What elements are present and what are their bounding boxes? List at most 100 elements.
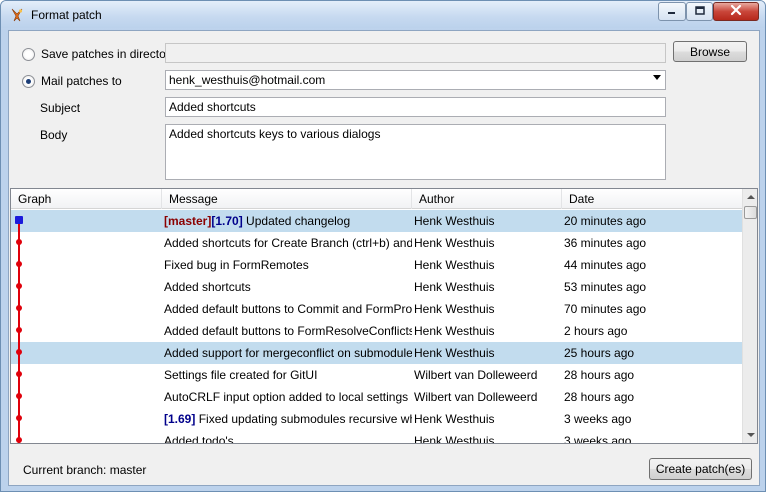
save-radio-row[interactable]: Save patches in directory — [22, 47, 176, 61]
close-icon — [730, 4, 742, 19]
mail-to-combo[interactable]: henk_westhuis@hotmail.com — [165, 70, 666, 90]
maximize-icon — [694, 5, 705, 19]
mail-patches-radio[interactable] — [22, 74, 35, 88]
date-cell: 20 minutes ago — [564, 214, 647, 228]
author-cell: Henk Westhuis — [414, 214, 495, 228]
commit-node — [16, 371, 22, 377]
message-cell: Added shortcuts for Create Branch (ctrl+… — [164, 236, 412, 250]
grid-rows: [master][1.70] Updated changelog Henk We… — [11, 210, 742, 444]
date-cell: 2 hours ago — [564, 324, 628, 338]
date-cell: 53 minutes ago — [564, 280, 647, 294]
grid-header: Graph Message Author Date — [11, 189, 742, 209]
graph-cell — [11, 254, 162, 276]
arrow-up-icon — [747, 195, 755, 199]
chevron-down-icon[interactable] — [653, 75, 661, 80]
author-cell: Henk Westhuis — [414, 302, 495, 316]
date-cell: 28 hours ago — [564, 368, 635, 382]
commit-node — [16, 393, 22, 399]
graph-cell — [11, 232, 162, 254]
table-row[interactable]: Settings file created for GitUI Wilbert … — [11, 364, 742, 386]
table-row[interactable]: Added default buttons to FormResolveConf… — [11, 320, 742, 342]
minimize-button[interactable] — [658, 2, 686, 21]
date-cell: 36 minutes ago — [564, 236, 647, 250]
graph-cell — [11, 364, 162, 386]
message-cell: Added shortcuts — [164, 280, 251, 294]
scroll-thumb[interactable] — [744, 206, 757, 219]
graph-cell — [11, 342, 162, 364]
commit-node — [16, 283, 22, 289]
column-header-message[interactable]: Message — [162, 189, 412, 209]
table-row[interactable]: Added support for mergeconflict on submo… — [11, 342, 742, 364]
scroll-down-button[interactable] — [743, 427, 757, 443]
message-cell: Added todo's — [164, 434, 234, 444]
create-patches-button[interactable]: Create patch(es) — [649, 458, 752, 480]
commit-node — [16, 327, 22, 333]
subject-field[interactable]: Added shortcuts — [165, 97, 666, 117]
commit-node — [16, 239, 22, 245]
branch-tag: [master] — [164, 214, 212, 228]
date-cell: 70 minutes ago — [564, 302, 647, 316]
git-extensions-icon — [9, 7, 25, 23]
column-header-author[interactable]: Author — [412, 189, 562, 209]
table-row[interactable]: Added todo's Henk Westhuis 3 weeks ago — [11, 430, 742, 444]
table-row[interactable]: Added shortcuts for Create Branch (ctrl+… — [11, 232, 742, 254]
format-patch-window: Format patch Save patches in directory B… — [0, 0, 766, 492]
author-cell: Henk Westhuis — [414, 236, 495, 250]
message-cell: [master][1.70] Updated changelog — [162, 210, 412, 232]
message-cell: [1.69] Fixed updating submodules recursi… — [162, 408, 412, 430]
mail-to-value: henk_westhuis@hotmail.com — [169, 73, 326, 87]
date-cell: 25 hours ago — [564, 346, 635, 360]
table-row[interactable]: AutoCRLF input option added to local set… — [11, 386, 742, 408]
graph-cell — [11, 386, 162, 408]
save-patches-label[interactable]: Save patches in directory — [41, 47, 176, 61]
revision-grid[interactable]: Graph Message Author Date [master][1.70]… — [10, 188, 758, 444]
minimize-icon — [667, 5, 677, 19]
maximize-button[interactable] — [686, 2, 713, 21]
head-commit-node — [15, 216, 23, 224]
graph-cell — [11, 320, 162, 342]
graph-cell — [11, 408, 162, 430]
table-row[interactable]: [master][1.70] Updated changelog Henk We… — [11, 210, 742, 232]
message-cell: Added support for mergeconflict on submo… — [164, 346, 412, 360]
commit-node — [16, 349, 22, 355]
vertical-scrollbar[interactable] — [742, 189, 757, 443]
table-row[interactable]: [1.69] Fixed updating submodules recursi… — [11, 408, 742, 430]
graph-cell — [11, 276, 162, 298]
body-field[interactable]: Added shortcuts keys to various dialogs — [165, 124, 666, 180]
message-cell: Settings file created for GitUI — [164, 368, 318, 382]
graph-cell — [11, 430, 162, 443]
column-header-date[interactable]: Date — [562, 189, 742, 209]
author-cell: Henk Westhuis — [414, 324, 495, 338]
author-cell: Henk Westhuis — [414, 434, 495, 444]
graph-cell — [11, 210, 162, 232]
message-cell: Added default buttons to Commit and Form… — [164, 302, 412, 316]
browse-button[interactable]: Browse — [673, 41, 747, 62]
version-tag: [1.70] — [211, 214, 243, 228]
directory-field[interactable] — [165, 43, 666, 63]
save-patches-radio[interactable] — [22, 47, 35, 61]
arrow-down-icon — [747, 433, 755, 437]
table-row[interactable]: Fixed bug in FormRemotes Henk Westhuis 4… — [11, 254, 742, 276]
commit-node — [16, 437, 22, 443]
dialog-client: Save patches in directory Browse Mail pa… — [8, 30, 760, 486]
mail-radio-row[interactable]: Mail patches to — [22, 74, 122, 88]
author-cell: Henk Westhuis — [414, 258, 495, 272]
subject-label: Subject — [40, 101, 81, 115]
title-bar[interactable]: Format patch — [1, 1, 765, 28]
window-title: Format patch — [31, 8, 102, 22]
table-row[interactable]: Added default buttons to Commit and Form… — [11, 298, 742, 320]
author-cell: Henk Westhuis — [414, 280, 495, 294]
table-row[interactable]: Added shortcuts Henk Westhuis 53 minutes… — [11, 276, 742, 298]
mail-patches-label[interactable]: Mail patches to — [41, 74, 122, 88]
scroll-up-button[interactable] — [743, 189, 757, 205]
author-cell: Henk Westhuis — [414, 412, 495, 426]
message-cell: Fixed bug in FormRemotes — [164, 258, 309, 272]
column-header-graph[interactable]: Graph — [11, 189, 162, 209]
author-cell: Wilbert van Dolleweerd — [414, 390, 538, 404]
message-text: Fixed updating submodules recursive when — [195, 412, 412, 426]
commit-node — [16, 305, 22, 311]
author-cell: Henk Westhuis — [414, 346, 495, 360]
graph-cell — [11, 298, 162, 320]
date-cell: 3 weeks ago — [564, 434, 632, 444]
close-button[interactable] — [713, 2, 759, 21]
